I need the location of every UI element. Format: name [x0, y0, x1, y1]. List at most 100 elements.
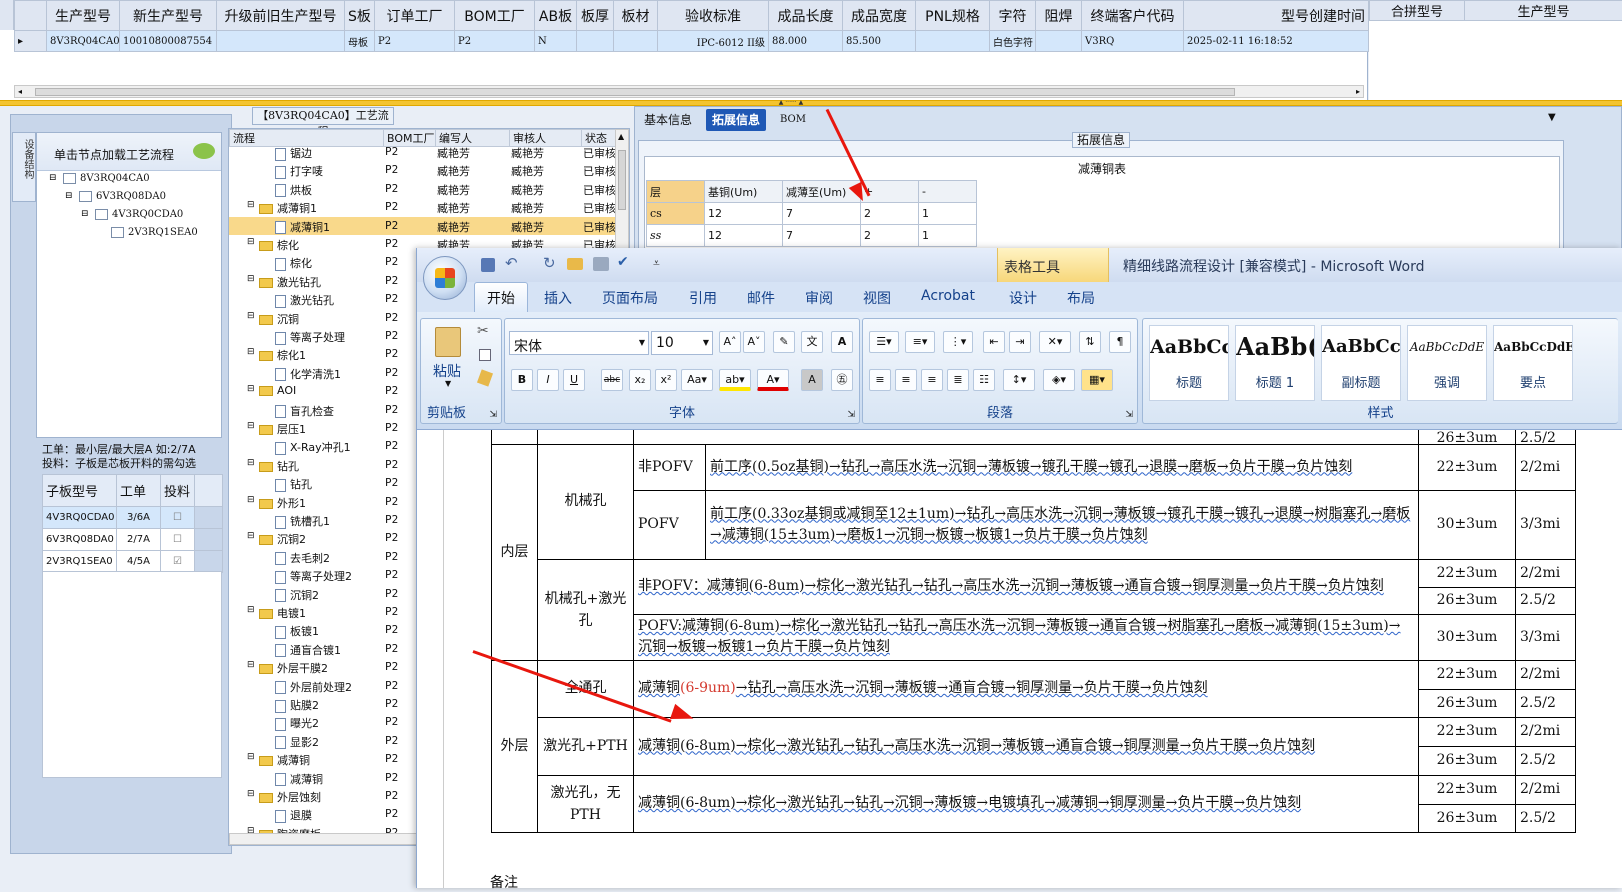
cell-thickness[interactable]	[577, 31, 614, 52]
font-color-icon[interactable]: A▾	[757, 369, 789, 391]
cell-standard[interactable]: IPC-6012 II级	[658, 31, 769, 52]
cell-thickness[interactable]: 26±3um	[1419, 804, 1516, 832]
cell-ratio[interactable]: 2.5/2	[1516, 689, 1576, 717]
cell-thickness[interactable]: 22±3um	[1419, 660, 1516, 689]
paste-dropdown-icon[interactable]: ▼	[445, 379, 451, 388]
style-strong[interactable]: AaBbCcDdE要点	[1493, 325, 1573, 401]
tab-page-layout[interactable]: 页面布局	[602, 288, 658, 308]
tab-dropdown-icon[interactable]: ▼	[1548, 112, 1556, 123]
cell-old-model[interactable]	[217, 31, 345, 52]
subscript-icon[interactable]: x₂	[629, 369, 651, 391]
cell-plus[interactable]: 2	[861, 203, 919, 225]
decrease-indent-icon[interactable]: ⇤	[983, 331, 1005, 353]
tab-design[interactable]: 设计	[1009, 288, 1037, 308]
tree-collapse-icon[interactable]: ⊟	[247, 531, 255, 541]
cell-sub-model[interactable]: 4V3RQ0CDA0	[43, 507, 117, 529]
top-horizontal-scrollbar[interactable]: ◂ ▸	[14, 85, 1364, 98]
tree-collapse-icon[interactable]: ⊟	[247, 605, 255, 615]
qat-spell-icon[interactable]: ✔	[617, 254, 629, 270]
table-row[interactable]: 烘板P2臧艳芳臧艳芳已审核	[229, 180, 625, 198]
cell-pofv[interactable]: POFV	[634, 490, 706, 559]
cell-ratio[interactable]: 2/2mi	[1516, 660, 1576, 689]
grow-font-icon[interactable]: A˄	[719, 331, 741, 353]
cell-thin[interactable]: 7	[783, 225, 861, 247]
table-row[interactable]: 减薄铜1P2臧艳芳臧艳芳已审核⊟	[229, 198, 625, 216]
table-row[interactable]: 激光孔，无PTH 减薄铜(6-8um)→棕化→激光钻孔→钻孔→沉铜→薄板镀→电镀…	[492, 775, 1576, 804]
tab-home-label[interactable]: 开始	[487, 288, 515, 308]
qat-print-icon[interactable]	[593, 257, 609, 271]
style-heading1[interactable]: AaBb(标题 1	[1235, 325, 1315, 401]
format-painter-icon[interactable]	[477, 369, 493, 386]
tree-node-level1[interactable]: ⊟6V3RQ08DA0	[67, 191, 166, 202]
tree-node-level3[interactable]: 2V3RQ1SEA0	[99, 227, 198, 238]
cell-thickness[interactable]: 30±3um	[1419, 490, 1516, 559]
tree-node-root[interactable]: ⊟8V3RQ04CA0	[53, 173, 150, 184]
col-created[interactable]: 型号创建时间	[1184, 1, 1369, 31]
copy-icon[interactable]	[479, 349, 491, 361]
numbering-icon[interactable]: ≡▾	[905, 331, 935, 353]
tree-checkbox[interactable]	[95, 209, 108, 220]
table-row[interactable]: 6V3RQ08DA0 2/7A ☐	[43, 529, 223, 551]
cell-sub-model[interactable]: 6V3RQ08DA0	[43, 529, 117, 551]
tree-collapse-icon[interactable]: ⊟	[247, 458, 255, 468]
enclose-char-icon[interactable]: ㊄	[831, 369, 853, 391]
table-row[interactable]: 内层 机械孔 非POFV 前工序(0.5oz基铜)→钻孔→高压水洗→沉铜→薄板镀…	[492, 444, 1576, 490]
col-material[interactable]: 板材	[614, 1, 658, 31]
cell-ratio[interactable]: 2.5/2	[1516, 587, 1576, 614]
col-width[interactable]: 成品宽度	[843, 1, 916, 31]
cell-flow[interactable]: 减薄铜(6-9um)→钻孔→高压水洗→沉铜→薄板镀→通盲合镀→铜厚测量→负片干膜…	[634, 660, 1419, 717]
col-minus[interactable]: -	[919, 181, 977, 203]
feed-checkbox[interactable]: ☑	[161, 551, 195, 573]
cell-ratio[interactable]: 2/2mi	[1516, 559, 1576, 587]
tree-collapse-icon[interactable]: ⊟	[247, 495, 255, 505]
cell-ratio[interactable]: 2/2mi	[1516, 775, 1576, 804]
cell-flow[interactable]: 非POFV：减薄铜(6-8um)→棕化→激光钻孔→钻孔→高压水洗→沉铜→薄板镀→…	[634, 559, 1419, 614]
cell-order-factory[interactable]: P2	[375, 31, 455, 52]
cell-sub-order[interactable]: 2/7A	[117, 529, 161, 551]
table-row[interactable]: 打字唛P2臧艳芳臧艳芳已审核	[229, 161, 625, 179]
cell-s-board[interactable]: 母板	[345, 31, 375, 52]
superscript-icon[interactable]: x²	[655, 369, 677, 391]
table-row[interactable]: POFV:减薄铜(6-8um)→棕化→激光钻孔→钻孔→高压水洗→沉铜→薄板镀→通…	[492, 614, 1576, 660]
cell-laser-pth[interactable]: 激光孔+PTH	[538, 717, 634, 775]
clipboard-launcher-icon[interactable]: ⇲	[489, 410, 497, 420]
cell-plus[interactable]: 2	[861, 225, 919, 247]
col-sub-feed[interactable]: 投料	[161, 475, 195, 507]
cell-flow[interactable]: 减薄铜(6-8um)→棕化→激光钻孔→钻孔→高压水洗→沉铜→薄板镀→通盲合镀→铜…	[634, 717, 1419, 775]
table-row[interactable]: ▸ 8V3RQ04CA0 10010800087554 母板 P2 P2 N I…	[15, 31, 1369, 52]
table-row[interactable]: 激光孔+PTH 减薄铜(6-8um)→棕化→激光钻孔→钻孔→高压水洗→沉铜→薄板…	[492, 717, 1576, 746]
col-order-factory[interactable]: 订单工厂	[375, 1, 455, 31]
strikethrough-icon[interactable]: abc	[601, 369, 623, 391]
tab-basic-info[interactable]: 基本信息	[638, 109, 698, 131]
paste-icon[interactable]	[435, 327, 461, 357]
feed-checkbox[interactable]: ☐	[161, 529, 195, 551]
col-standard[interactable]: 验收标准	[658, 1, 769, 31]
bold-icon[interactable]: B	[511, 369, 533, 391]
table-row[interactable]: POFV 前工序(0.33oz基铜或减铜至12±1um)→钻孔→高压水洗→沉铜→…	[492, 490, 1576, 559]
col-layer[interactable]: 层	[647, 181, 705, 203]
char-border-icon[interactable]: A	[831, 331, 853, 353]
office-button[interactable]	[423, 256, 467, 300]
col-length[interactable]: 成品长度	[769, 1, 843, 31]
cell-new-model[interactable]: 10010800087554	[120, 31, 217, 52]
col-thin-to[interactable]: 减薄至(Um)	[783, 181, 861, 203]
cell-ratio[interactable]: 2.5/2	[1516, 746, 1576, 775]
multilevel-list-icon[interactable]: ⋮▾	[943, 331, 973, 353]
justify-icon[interactable]: ≣	[947, 369, 969, 391]
cell-pnl[interactable]	[916, 31, 990, 52]
scroll-left-arrow-icon[interactable]: ◂	[18, 87, 22, 96]
qat-save-icon[interactable]	[481, 258, 495, 272]
font-size-dropdown-icon[interactable]: ▼	[703, 338, 709, 347]
paragraph-launcher-icon[interactable]: ⇲	[1125, 410, 1133, 420]
tree-collapse-icon[interactable]: ⊟	[247, 347, 255, 357]
tree-collapse-icon[interactable]: ⊟	[247, 237, 255, 247]
highlight-icon[interactable]: ab▾	[719, 369, 751, 391]
cell-ratio[interactable]: 2/2mi	[1516, 717, 1576, 746]
cell-ratio[interactable]: 2.5/2	[1516, 804, 1576, 832]
phonetic-guide-icon[interactable]: 文	[801, 331, 823, 353]
cell-laser-nopth[interactable]: 激光孔，无PTH	[538, 775, 634, 832]
cell-flow[interactable]: 减薄铜(6-8um)→棕化→激光钻孔→钻孔→沉铜→薄板镀→电镀填孔→减薄铜→铜厚…	[634, 775, 1419, 832]
shading-icon[interactable]: ◈▾	[1043, 369, 1075, 391]
table-row[interactable]: 2V3RQ1SEA0 4/5A ☑	[43, 551, 223, 573]
tab-insert[interactable]: 插入	[544, 288, 572, 308]
